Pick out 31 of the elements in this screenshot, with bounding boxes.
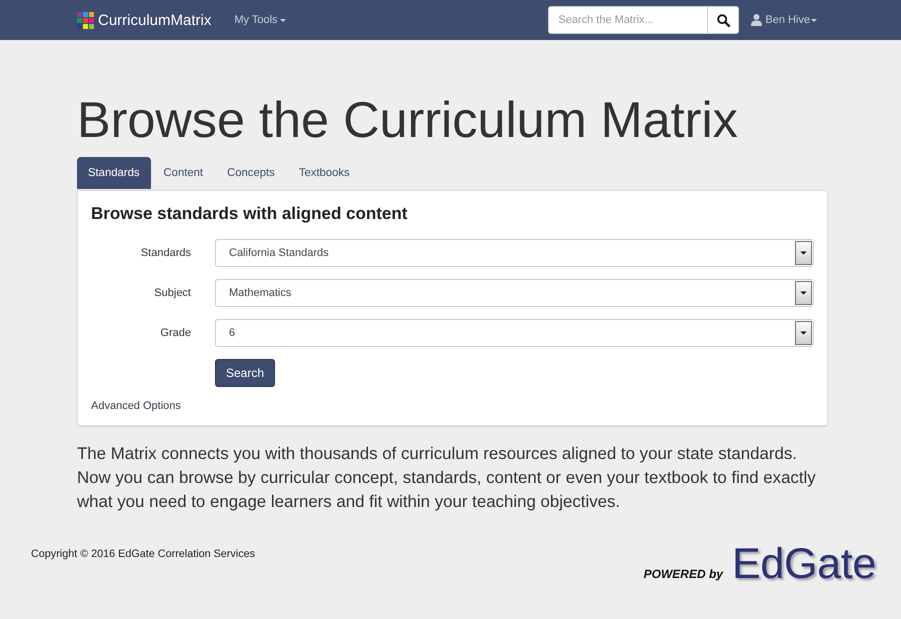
select-value: 6 [229,327,236,339]
colored-grid-logo-icon [77,12,94,28]
tab[interactable]: Concepts [216,157,286,189]
brand-link[interactable]: CurriculumMatrix [77,12,212,28]
dropdown-select[interactable]: California Standards [215,239,814,267]
search-button[interactable] [707,6,740,34]
advanced-options-link[interactable]: Advanced Options [91,400,181,412]
search-submit-button[interactable]: Search [215,359,276,387]
select-value: Mathematics [229,287,292,299]
intro-paragraph: The Matrix connects you with thousands of curriculum resources aligned to your state standards. Now you can browse by curricular concept, standards, content or even your textbook to find exactly what you need to engage learners and fit within your teaching objectives. [77,443,817,513]
select-value: California Standards [229,247,329,259]
user-menu[interactable]: Ben Hive [751,14,817,26]
panel-title: Browse standards with aligned content [91,204,408,224]
field-label: Grade [159,327,191,339]
copyright-text: Copyright © 2016 EdGate Correlation Services [31,548,256,560]
search-icon [716,14,730,26]
field-label: Subject [153,287,191,299]
caret-icon [811,18,817,22]
caret-icon [280,18,286,22]
tab[interactable]: Standards [77,157,150,189]
dropdown-select[interactable]: Mathematics [215,279,814,307]
page-heading: Browse the Curriculum Matrix [77,92,739,147]
field-label: Standards [140,247,191,259]
my-tools-menu[interactable]: My Tools [234,14,286,26]
edgate-logo-text: EdGate [732,539,876,589]
powered-by-text: POWERED by [644,567,723,581]
dropdown-select[interactable]: 6 [215,319,814,347]
search-field[interactable]: Search the Matrix... [548,6,708,34]
tab[interactable]: Textbooks [288,157,361,189]
tab[interactable]: Content [152,157,214,189]
user-icon [751,14,762,26]
